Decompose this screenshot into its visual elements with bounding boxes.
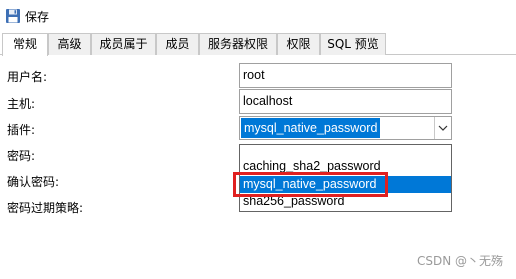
tab-privileges[interactable]: 权限 xyxy=(277,33,320,55)
toolbar: 保存 xyxy=(0,0,516,33)
general-panel: 用户名: root 主机: localhost 插件: mysql_native… xyxy=(0,56,516,279)
chevron-down-icon[interactable] xyxy=(434,117,451,139)
highlight-box xyxy=(233,172,388,197)
username-label: 用户名: xyxy=(7,70,48,84)
tab-server-privileges[interactable]: 服务器权限 xyxy=(199,33,277,55)
save-button[interactable]: 保存 xyxy=(2,6,52,26)
tab-sql-preview[interactable]: SQL 预览 xyxy=(320,33,386,55)
host-input[interactable]: localhost xyxy=(239,89,452,114)
tab-member-of[interactable]: 成员属于 xyxy=(91,33,156,55)
watermark: CSDN @丶无殇 xyxy=(416,254,503,268)
tab-general[interactable]: 常规 xyxy=(2,33,48,56)
username-input[interactable]: root xyxy=(239,63,452,88)
tab-bar: 常规 高级 成员属于 成员 服务器权限 权限 SQL 预览 xyxy=(0,33,516,56)
save-label: 保存 xyxy=(25,9,50,24)
password-label: 密码: xyxy=(7,149,36,163)
tab-members[interactable]: 成员 xyxy=(156,33,199,55)
tab-advanced[interactable]: 高级 xyxy=(48,33,91,55)
save-icon xyxy=(5,8,21,24)
plugin-select[interactable]: mysql_native_password xyxy=(239,116,452,140)
host-label: 主机: xyxy=(7,97,36,111)
plugin-select-value: mysql_native_password xyxy=(241,118,381,138)
password-expire-label: 密码过期策略: xyxy=(7,201,84,215)
confirm-password-label: 确认密码: xyxy=(7,175,60,189)
plugin-label: 插件: xyxy=(7,123,36,137)
